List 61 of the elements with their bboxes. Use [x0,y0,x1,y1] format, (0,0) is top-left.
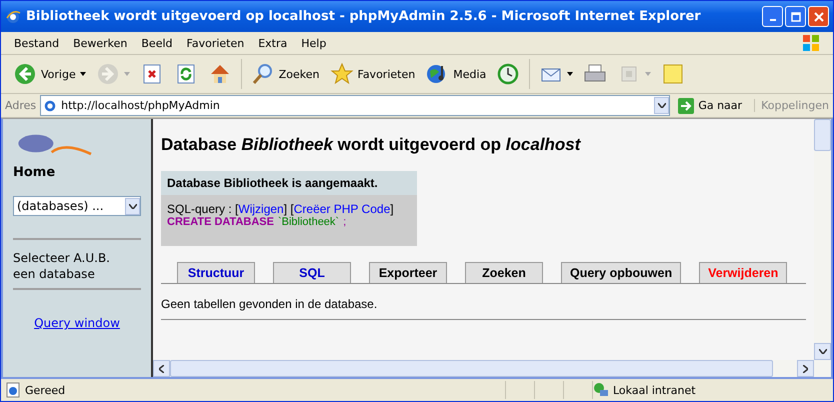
tab[interactable]: Zoeken [465,262,543,283]
chevron-left-icon [159,364,164,372]
window-title: Bibliotheek wordt uitgevoerd op localhost - phpMyAdmin 2.5.6 - Microsoft Internet Explorer [26,9,702,24]
tab[interactable]: SQL [273,262,351,283]
menu-item[interactable]: Favorieten [180,36,252,50]
sql-link[interactable]: Wijzigen [238,202,284,216]
sql-label: ] [390,202,394,216]
menu-item[interactable]: Bestand [7,36,66,50]
tab[interactable]: Structuur [177,262,255,283]
address-label: Adres [5,99,36,112]
horizontal-scrollbar[interactable] [153,360,831,377]
sql-code: `Bibliotheek` [278,216,340,228]
tab[interactable]: Query opbouwen [561,262,682,283]
media-button[interactable]: Media [421,60,490,88]
sql-label: ] [ [284,202,294,216]
sql-link[interactable]: Creëer PHP Code [294,202,390,216]
success-message: Database Bibliotheek is aangemaakt. [161,171,417,195]
menu-item[interactable]: Bewerken [66,36,134,50]
menu-item[interactable]: Beeld [134,36,180,50]
note-icon [661,62,686,86]
dropdown-button[interactable] [654,97,670,114]
chevron-down-icon [658,103,666,108]
star-icon [330,62,354,86]
sql-code: ; [343,216,346,228]
maximize-button[interactable] [785,6,806,27]
menu-item[interactable]: Help [294,36,334,50]
sql-label: SQL-query : [ [167,202,238,216]
search-button[interactable]: Zoeken [246,60,324,88]
windows-logo-icon [801,33,821,53]
tab[interactable]: Exporteer [369,262,447,283]
browser-icon [5,8,21,24]
vertical-scrollbar[interactable] [814,119,831,360]
network-icon [593,382,609,398]
chevron-down-icon [128,204,136,208]
minimize-button[interactable] [762,6,783,27]
status-text: Gereed [25,384,66,396]
home-link[interactable]: Home [13,165,141,180]
arrow-icon [678,98,694,114]
query-window-link[interactable]: Query window [34,316,120,330]
sql-code: CREATE DATABASE [167,216,274,228]
back-button[interactable]: Vorige [9,60,90,88]
page-icon [5,382,21,398]
maximize-icon [790,12,800,22]
clock-icon [496,62,520,86]
address-field[interactable]: http://localhost/phpMyAdmin [40,95,670,116]
scrollbar-thumb[interactable] [814,119,831,151]
favorites-button[interactable]: Favorieten [326,60,420,88]
notice-text: Geen tabellen gevonden in de database. [161,297,378,311]
close-icon [814,12,824,22]
close-button[interactable] [808,6,829,27]
page-heading: Database Bibliotheek wordt uitgevoerd op localhost [161,135,582,155]
select-hint: Selecteer A.U.B. een database [13,250,111,282]
database-select[interactable]: (databases) ... [13,196,141,216]
zone-text: Lokaal intranet [613,384,696,396]
search-icon [250,62,275,86]
chevron-down-icon [818,349,826,354]
menu-item[interactable]: Extra [251,36,294,50]
page-icon [43,98,58,112]
chevron-right-icon [803,364,808,372]
go-button[interactable]: Ga naar [674,98,750,114]
minimize-icon [770,18,776,20]
